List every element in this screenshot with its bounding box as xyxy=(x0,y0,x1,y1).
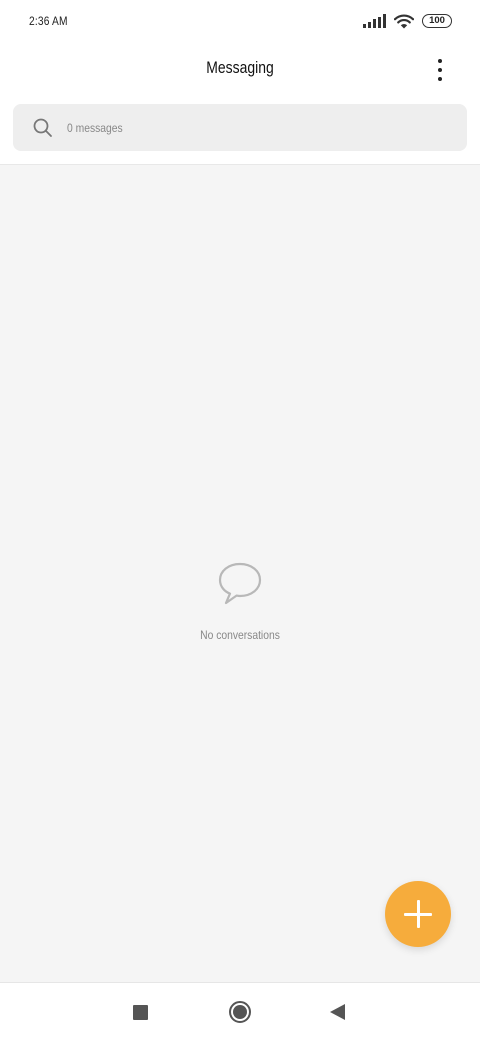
page-title: Messaging xyxy=(206,58,274,77)
chat-bubble-icon xyxy=(218,562,262,605)
more-options-button[interactable] xyxy=(424,54,456,86)
plus-icon xyxy=(404,900,432,928)
status-bar: 2:36 AM 100 xyxy=(0,0,480,42)
back-icon[interactable] xyxy=(330,1004,345,1020)
search-box[interactable] xyxy=(13,104,467,151)
conversation-list: No conversations xyxy=(0,165,480,982)
search-icon xyxy=(33,118,52,137)
battery-icon: 100 xyxy=(422,14,452,28)
home-icon[interactable] xyxy=(229,1001,251,1023)
empty-state-text: No conversations xyxy=(200,628,280,642)
search-input[interactable] xyxy=(67,104,394,151)
messaging-screen: 2:36 AM 100 Messaging 0 messages No conv… xyxy=(0,0,480,1040)
title-bar: Messaging xyxy=(0,42,480,98)
recents-icon[interactable] xyxy=(133,1005,148,1020)
status-time: 2:36 AM xyxy=(29,14,68,28)
navigation-bar xyxy=(0,982,480,1040)
more-vertical-icon xyxy=(438,59,442,63)
status-icons: 100 xyxy=(363,14,452,29)
signal-icon xyxy=(363,14,386,28)
empty-state: No conversations xyxy=(0,560,480,642)
battery-level: 100 xyxy=(429,15,445,27)
new-conversation-button[interactable] xyxy=(385,881,451,947)
wifi-icon xyxy=(394,14,414,28)
